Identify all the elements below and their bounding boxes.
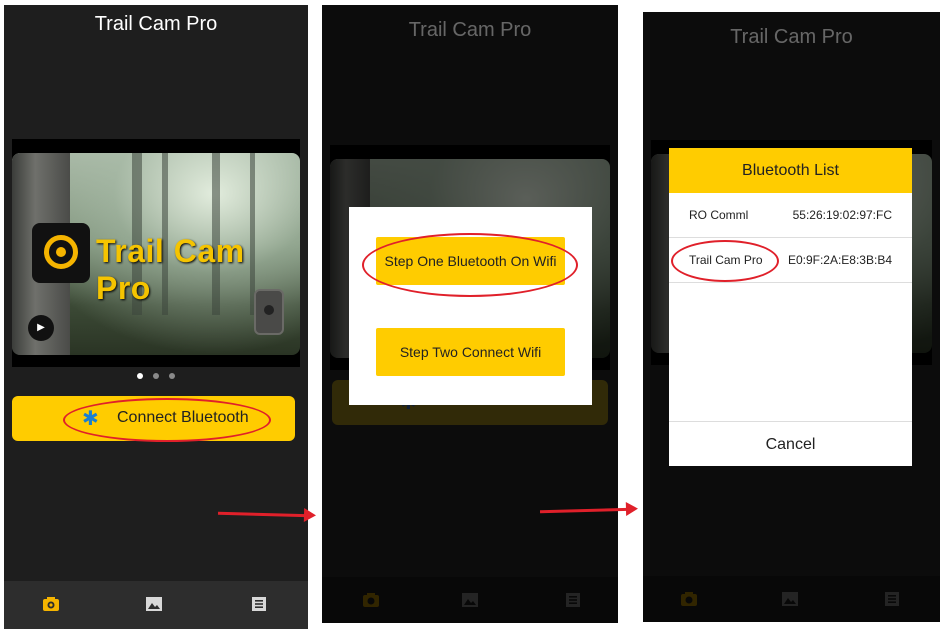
app-title: Trail Cam Pro [94, 13, 218, 35]
list-icon[interactable] [250, 595, 268, 613]
carousel-dot [136, 373, 143, 379]
device-mac: E0:9F:2A:E8:3B:B4 [787, 253, 892, 267]
bluetooth-list-dialog: Bluetooth List RO Comml 55:26:19:02:97:F… [669, 148, 912, 466]
highlight-annotation [63, 398, 271, 442]
highlight-annotation [362, 233, 578, 297]
device-name: RO Comml [689, 208, 749, 222]
bottom-tab-bar [4, 581, 308, 629]
carousel-dot [169, 373, 176, 379]
carousel-dot [153, 373, 159, 379]
trail-camera-icon [254, 289, 284, 335]
cancel-button[interactable]: Cancel [669, 421, 912, 466]
step-two-connect-wifi-button[interactable]: Step Two Connect Wifi [376, 328, 565, 376]
bluetooth-list-title: Bluetooth List [669, 148, 912, 193]
gallery-icon[interactable] [145, 595, 163, 613]
app-logo-icon [32, 223, 90, 283]
bluetooth-device-row[interactable]: RO Comml 55:26:19:02:97:FC [669, 193, 912, 238]
carousel-indicator [4, 366, 308, 384]
play-icon[interactable]: ▶ [28, 315, 54, 341]
camera-icon[interactable] [42, 595, 60, 613]
screen-bluetooth-list: Trail Cam Pro Bluetooth List RO Comml 55… [643, 12, 940, 622]
screen-home: Trail Cam Pro Trail Cam Pro ▶ ✱ Connect … [4, 5, 308, 629]
screen-wifi-steps: Trail Cam Pro ✱ Connect Bluetooth Step O… [322, 5, 618, 623]
banner-carousel[interactable]: Trail Cam Pro ▶ [12, 139, 300, 367]
banner-image: Trail Cam Pro ▶ [12, 153, 300, 355]
device-mac: 55:26:19:02:97:FC [792, 208, 892, 222]
highlight-annotation [671, 240, 779, 282]
